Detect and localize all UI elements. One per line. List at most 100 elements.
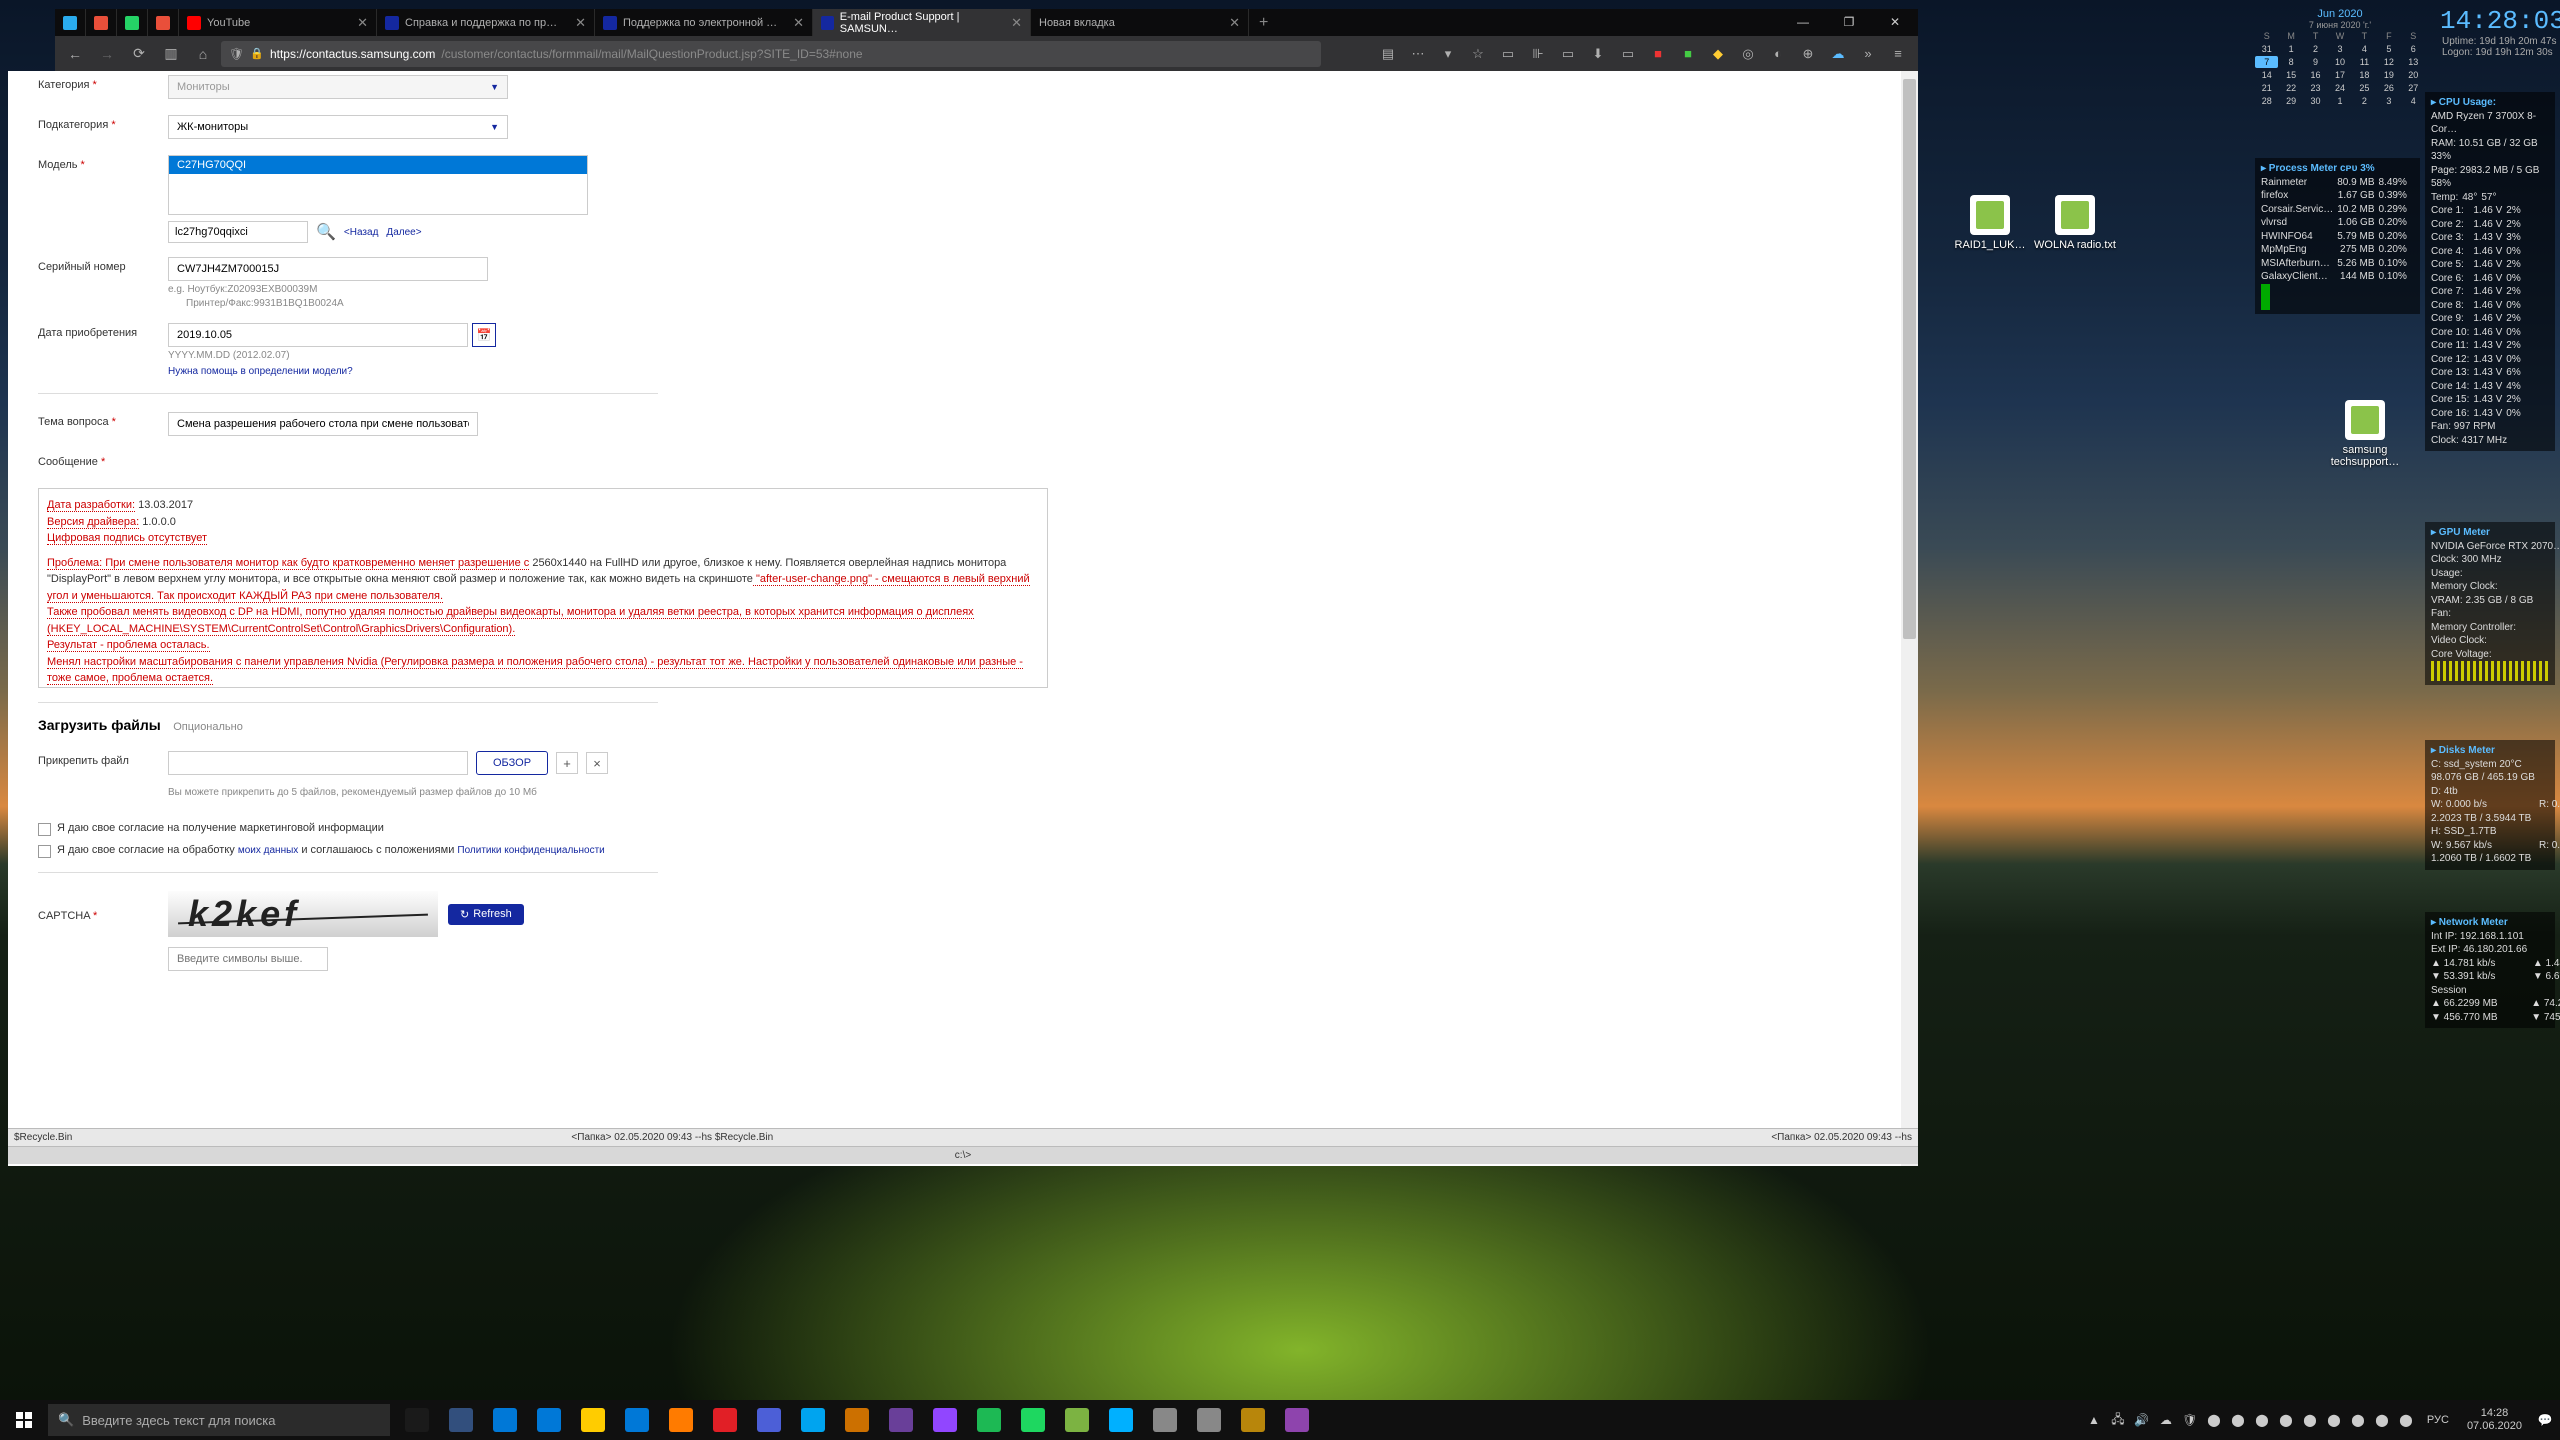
lang-indicator[interactable]: РУС — [2421, 1414, 2455, 1426]
desktop-icon-wolna[interactable]: WOLNA radio.txt — [2030, 195, 2120, 251]
tab-samsung-form[interactable]: E-mail Product Support | SAMSUN…✕ — [813, 9, 1031, 36]
action-center-button[interactable]: 💬 — [2534, 1409, 2556, 1431]
tray-icon[interactable]: ⬤ — [2275, 1409, 2297, 1431]
close-icon[interactable]: ✕ — [1229, 15, 1240, 31]
tray-icon[interactable]: ⬤ — [2323, 1409, 2345, 1431]
tray-icon[interactable]: 🖧 — [2107, 1409, 2129, 1431]
taskbar-app[interactable] — [1188, 1400, 1230, 1440]
mydata-link[interactable]: моих данных — [238, 845, 298, 856]
sidebar-button[interactable]: ▥ — [157, 40, 185, 68]
subject-input[interactable] — [168, 412, 478, 436]
taskbar-app[interactable] — [1012, 1400, 1054, 1440]
remove-file-button[interactable]: × — [586, 752, 608, 774]
taskbar-app[interactable] — [572, 1400, 614, 1440]
taskbar-app[interactable] — [836, 1400, 878, 1440]
minimize-button[interactable]: — — [1780, 9, 1826, 36]
maximize-button[interactable]: ❐ — [1826, 9, 1872, 36]
scrollbar-thumb[interactable] — [1903, 79, 1916, 639]
ext2-icon[interactable]: ▭ — [1554, 40, 1582, 68]
tab-2[interactable] — [86, 9, 117, 36]
select-subcategory[interactable]: ЖК-мониторы▼ — [168, 115, 508, 139]
taskbar-app[interactable] — [748, 1400, 790, 1440]
taskbar-clock[interactable]: 14:2807.06.2020 — [2459, 1407, 2530, 1433]
taskbar-app[interactable] — [528, 1400, 570, 1440]
ext1-icon[interactable]: ▭ — [1494, 40, 1522, 68]
taskbar-app[interactable] — [484, 1400, 526, 1440]
taskbar-app[interactable] — [396, 1400, 438, 1440]
tab-new[interactable]: Новая вкладка✕ — [1031, 9, 1249, 36]
browse-button[interactable]: ОБЗОР — [476, 751, 548, 775]
model-help-link[interactable]: Нужна помощь в определении модели? — [168, 366, 353, 377]
close-icon[interactable]: ✕ — [357, 15, 368, 31]
tray-icon[interactable]: ⬤ — [2395, 1409, 2417, 1431]
taskbar-app[interactable] — [792, 1400, 834, 1440]
captcha-input[interactable] — [168, 947, 328, 971]
url-bar[interactable]: 🛡 🔒 https://contactus.samsung.com/custom… — [221, 41, 1321, 67]
new-tab-button[interactable]: + — [1249, 14, 1278, 32]
close-icon[interactable]: ✕ — [1011, 15, 1022, 31]
menu-button[interactable]: ≡ — [1884, 40, 1912, 68]
tray-icon[interactable]: ☁ — [2155, 1409, 2177, 1431]
model-option[interactable]: C27HG70QQI — [169, 156, 587, 174]
taskbar-app[interactable] — [1276, 1400, 1318, 1440]
policy-link[interactable]: Политики конфиденциальности — [457, 845, 604, 856]
desktop-icon-samsung[interactable]: samsung techsupport… — [2320, 400, 2410, 468]
ext7-icon[interactable]: ◎ — [1734, 40, 1762, 68]
back-button[interactable]: ← — [61, 40, 89, 68]
message-textarea[interactable]: Дата разработки: 13.03.2017 Версия драйв… — [38, 488, 1048, 688]
marketing-checkbox[interactable] — [38, 823, 51, 836]
taskbar-app[interactable] — [968, 1400, 1010, 1440]
tray-icon[interactable]: ⬤ — [2203, 1409, 2225, 1431]
search-icon[interactable]: 🔍 — [316, 222, 336, 242]
pocket-icon[interactable]: ▾ — [1434, 40, 1462, 68]
library-icon[interactable]: ⊪ — [1524, 40, 1552, 68]
select-category[interactable]: Мониторы▼ — [168, 75, 508, 99]
reader-icon[interactable]: ▤ — [1374, 40, 1402, 68]
close-icon[interactable]: ✕ — [575, 15, 586, 31]
desktop-icon-raid[interactable]: RAID1_LUK… — [1945, 195, 2035, 251]
ext10-icon[interactable]: ☁ — [1824, 40, 1852, 68]
reload-button[interactable]: ⟳ — [125, 40, 153, 68]
close-icon[interactable]: ✕ — [793, 15, 804, 31]
close-button[interactable]: ✕ — [1872, 9, 1918, 36]
date-input[interactable] — [168, 323, 468, 347]
taskbar-app[interactable] — [616, 1400, 658, 1440]
more-icon[interactable]: ⋯ — [1404, 40, 1432, 68]
taskbar-app[interactable] — [1144, 1400, 1186, 1440]
fm-status-2[interactable]: c:\> — [8, 1146, 1918, 1164]
ext9-icon[interactable]: ⊕ — [1794, 40, 1822, 68]
start-button[interactable] — [0, 1400, 48, 1440]
forward-button[interactable]: → — [93, 40, 121, 68]
tray-icon[interactable]: ⬤ — [2371, 1409, 2393, 1431]
tray-icon[interactable]: ⬤ — [2251, 1409, 2273, 1431]
taskbar-app[interactable] — [924, 1400, 966, 1440]
calendar-button[interactable]: 📅 — [472, 323, 496, 347]
serial-input[interactable] — [168, 257, 488, 281]
tray-icon[interactable]: ▲ — [2083, 1409, 2105, 1431]
tray-icon[interactable]: ⬤ — [2227, 1409, 2249, 1431]
tray-icon[interactable]: 🛡 — [2179, 1409, 2201, 1431]
taskbar-search[interactable]: 🔍 Введите здесь текст для поиска — [48, 1404, 390, 1436]
attach-path[interactable] — [168, 751, 468, 775]
model-next[interactable]: Далее> — [386, 227, 421, 238]
tab-samsung-help[interactable]: Справка и поддержка по пр…✕ — [377, 9, 595, 36]
tray-icon[interactable]: ⬤ — [2347, 1409, 2369, 1431]
tab-samsung-email[interactable]: Поддержка по электронной …✕ — [595, 9, 813, 36]
ext5-icon[interactable]: ■ — [1674, 40, 1702, 68]
captcha-refresh-button[interactable]: ↻ Refresh — [448, 904, 524, 925]
bookmark-icon[interactable]: ☆ — [1464, 40, 1492, 68]
add-file-button[interactable]: + — [556, 752, 578, 774]
tab-4[interactable] — [148, 9, 179, 36]
taskbar-app[interactable] — [660, 1400, 702, 1440]
taskbar-app[interactable] — [880, 1400, 922, 1440]
taskbar-app[interactable] — [1100, 1400, 1142, 1440]
overflow-icon[interactable]: » — [1854, 40, 1882, 68]
download-icon[interactable]: ⬇ — [1584, 40, 1612, 68]
ext8-icon[interactable]: ◐ — [1764, 40, 1792, 68]
tab-whatsapp[interactable] — [117, 9, 148, 36]
taskbar-app[interactable] — [1232, 1400, 1274, 1440]
ext6-icon[interactable]: ◆ — [1704, 40, 1732, 68]
listbox-model[interactable]: C27HG70QQI — [168, 155, 588, 215]
tab-youtube[interactable]: YouTube✕ — [179, 9, 377, 36]
tray-icon[interactable]: ⬤ — [2299, 1409, 2321, 1431]
